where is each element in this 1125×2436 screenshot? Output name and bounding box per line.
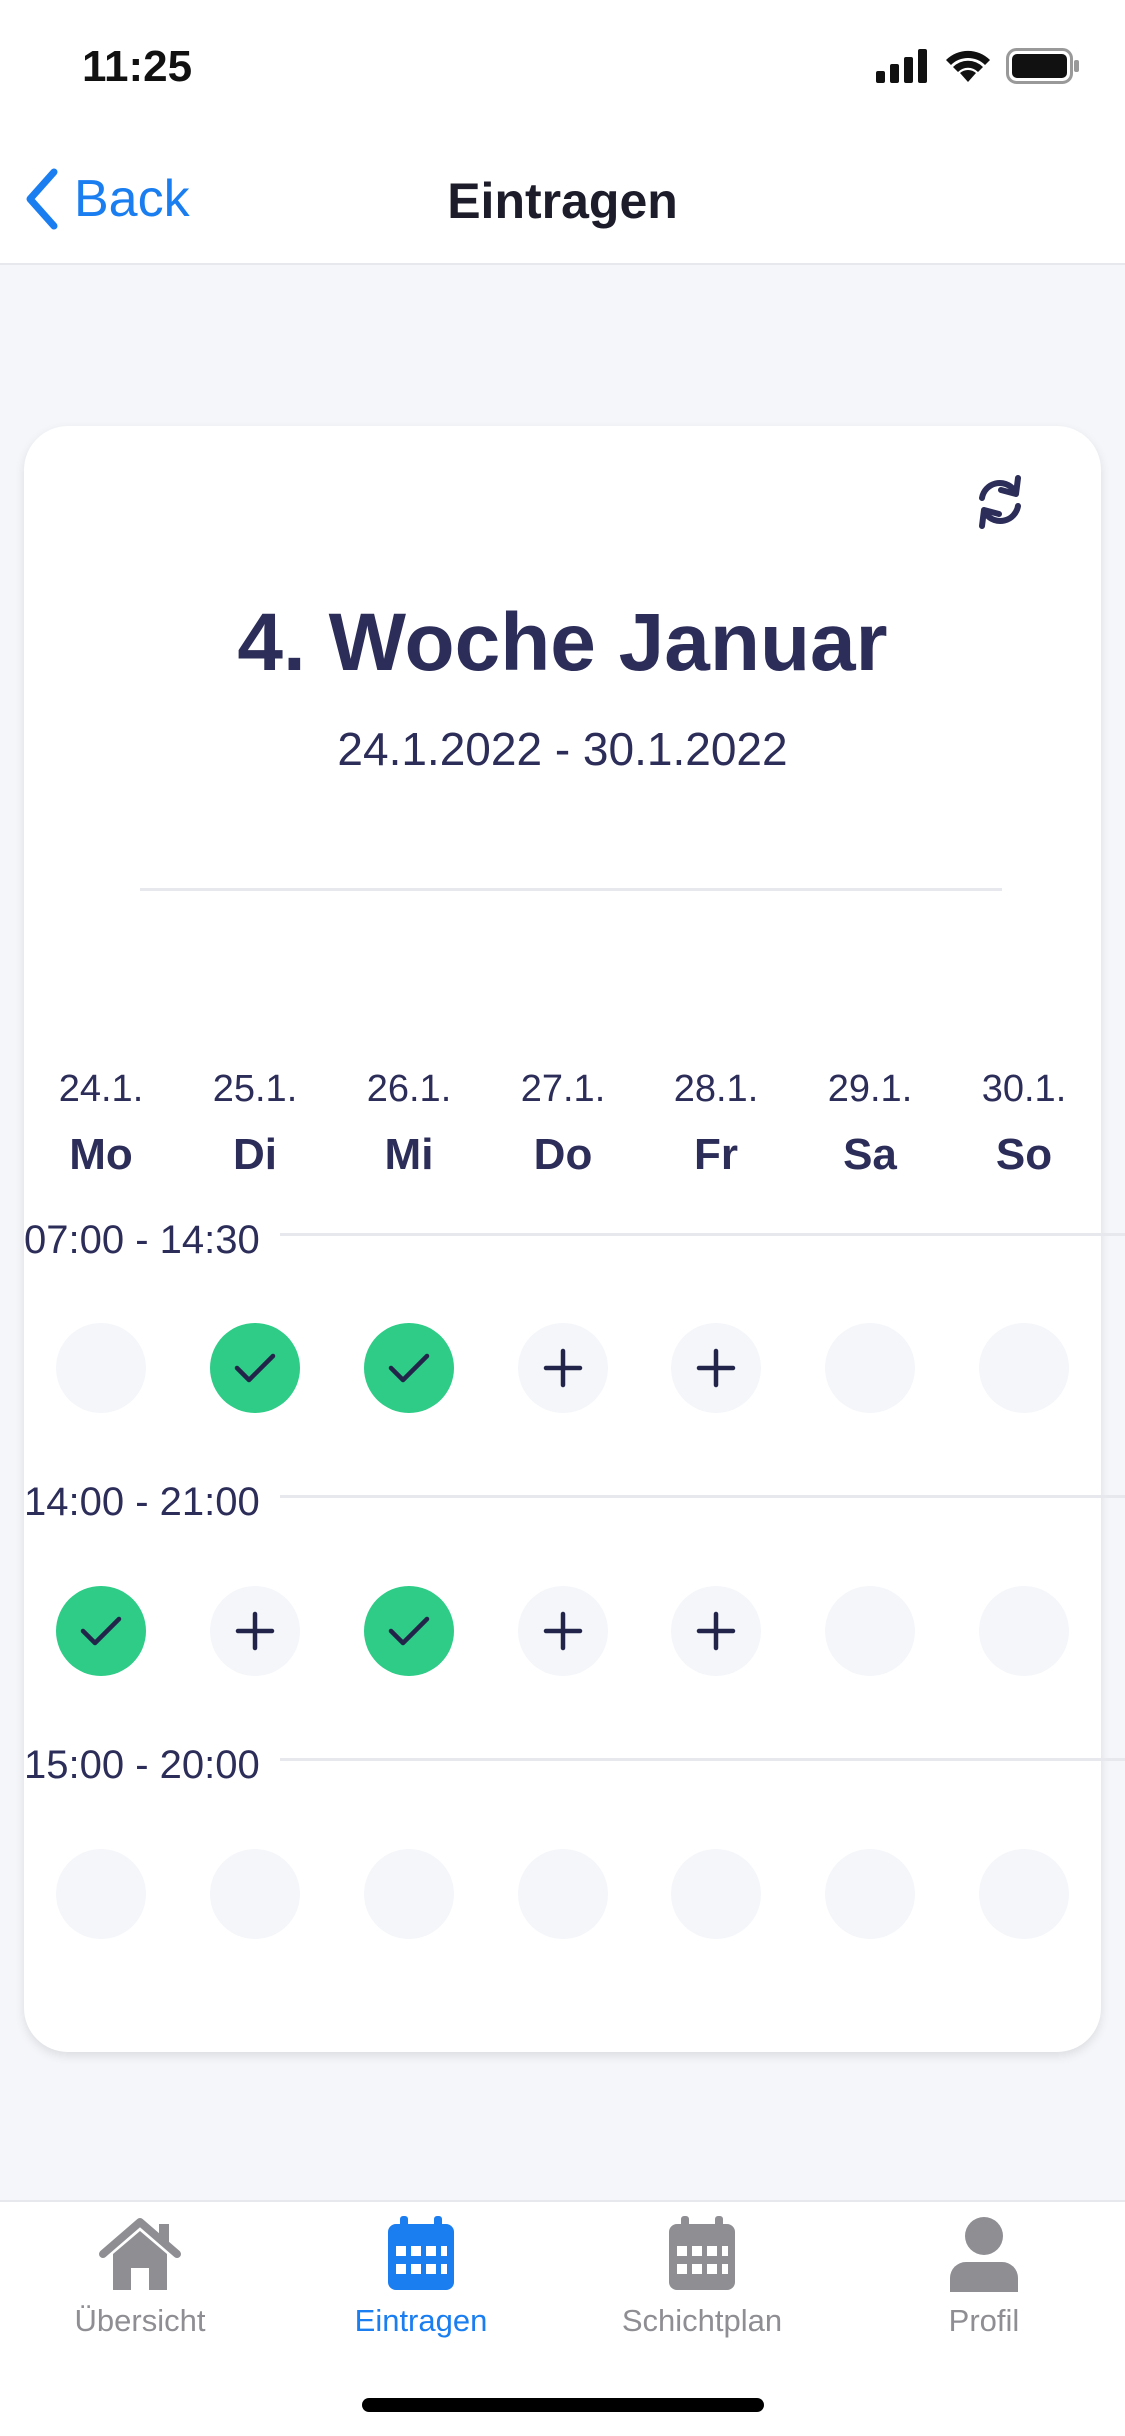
shift-slot-empty bbox=[210, 1849, 300, 1939]
day-weekday: Do bbox=[533, 1130, 593, 1179]
check-icon bbox=[388, 1616, 430, 1646]
day-weekday: Mi bbox=[384, 1130, 434, 1179]
day-date: 25.1. bbox=[212, 1068, 298, 1110]
tab-uebersicht[interactable]: Übersicht bbox=[20, 2216, 260, 2339]
shift-slot-empty bbox=[979, 1849, 1069, 1939]
shift-slot-add[interactable] bbox=[518, 1323, 608, 1413]
person-icon bbox=[950, 2217, 1018, 2292]
day-weekday: Di bbox=[233, 1130, 277, 1179]
day-header: 26.1. Mi bbox=[334, 1068, 484, 1180]
day-weekday: So bbox=[995, 1130, 1053, 1179]
shift-time-label: 07:00 - 14:30 bbox=[24, 1218, 274, 1263]
shift-time-label: 15:00 - 20:00 bbox=[24, 1743, 274, 1788]
shift-slot-empty bbox=[364, 1849, 454, 1939]
shift-divider bbox=[280, 1495, 1125, 1498]
day-date: 29.1. bbox=[827, 1068, 913, 1110]
day-weekday: Mo bbox=[69, 1130, 133, 1179]
navigation-bar: Back Eintragen bbox=[0, 140, 1125, 265]
week-date-range: 24.1.2022 - 30.1.2022 bbox=[337, 723, 788, 775]
tab-label: Profil bbox=[948, 2303, 1020, 2338]
day-header: 27.1. Do bbox=[488, 1068, 638, 1180]
check-icon bbox=[388, 1353, 430, 1383]
refresh-icon bbox=[979, 475, 1021, 529]
shift-slot-empty bbox=[671, 1849, 761, 1939]
shift-slot-checked[interactable] bbox=[210, 1323, 300, 1413]
shift-slot-checked[interactable] bbox=[364, 1586, 454, 1676]
day-header: 24.1. Mo bbox=[26, 1068, 176, 1180]
plus-icon bbox=[235, 1611, 275, 1651]
shift-slot-empty bbox=[56, 1323, 146, 1413]
shift-slot-checked[interactable] bbox=[56, 1586, 146, 1676]
shift-slot-empty bbox=[979, 1323, 1069, 1413]
signal-icon bbox=[876, 49, 927, 83]
shift-slot-empty bbox=[825, 1586, 915, 1676]
refresh-button[interactable] bbox=[968, 470, 1032, 539]
shift-slot-add[interactable] bbox=[210, 1586, 300, 1676]
shift-slot-add[interactable] bbox=[671, 1586, 761, 1676]
day-date: 27.1. bbox=[520, 1068, 606, 1110]
battery-icon bbox=[1006, 48, 1079, 84]
day-date: 30.1. bbox=[981, 1068, 1067, 1110]
shift-slot-empty bbox=[825, 1849, 915, 1939]
day-date: 24.1. bbox=[58, 1068, 144, 1110]
calendar-icon bbox=[388, 2216, 454, 2290]
day-weekday: Fr bbox=[694, 1130, 738, 1179]
day-header: 29.1. Sa bbox=[795, 1068, 945, 1180]
status-icons bbox=[876, 48, 1080, 84]
week-title: 4. Woche Januar bbox=[237, 597, 888, 688]
shift-slot-add[interactable] bbox=[518, 1586, 608, 1676]
shift-slot-checked[interactable] bbox=[364, 1323, 454, 1413]
day-header: 25.1. Di bbox=[180, 1068, 330, 1180]
shift-time-label: 14:00 - 21:00 bbox=[24, 1480, 274, 1525]
status-time: 11:25 bbox=[82, 42, 193, 91]
shift-slot-add[interactable] bbox=[671, 1323, 761, 1413]
tab-eintragen[interactable]: Eintragen bbox=[301, 2216, 541, 2339]
tab-label: Eintragen bbox=[354, 2303, 488, 2338]
plus-icon bbox=[696, 1348, 736, 1388]
calendar-icon bbox=[669, 2216, 735, 2290]
shift-slot-empty bbox=[518, 1849, 608, 1939]
tab-schichtplan[interactable]: Schichtplan bbox=[582, 2216, 822, 2339]
page-title: Eintragen bbox=[447, 173, 678, 229]
tab-profil[interactable]: Profil bbox=[864, 2216, 1104, 2339]
wifi-icon bbox=[946, 50, 990, 82]
day-header: 30.1. So bbox=[949, 1068, 1099, 1180]
shift-slot-empty bbox=[979, 1586, 1069, 1676]
status-bar: 11:25 bbox=[0, 0, 1125, 140]
tab-label: Schichtplan bbox=[621, 2303, 783, 2338]
home-icon bbox=[99, 2218, 181, 2290]
plus-icon bbox=[543, 1611, 583, 1651]
shift-divider bbox=[280, 1758, 1125, 1761]
day-date: 28.1. bbox=[673, 1068, 759, 1110]
home-indicator bbox=[362, 2398, 764, 2412]
check-icon bbox=[80, 1616, 122, 1646]
tab-label: Übersicht bbox=[74, 2303, 206, 2338]
shift-slot-empty bbox=[56, 1849, 146, 1939]
plus-icon bbox=[696, 1611, 736, 1651]
divider bbox=[140, 888, 1002, 891]
day-header: 28.1. Fr bbox=[641, 1068, 791, 1180]
plus-icon bbox=[543, 1348, 583, 1388]
check-icon bbox=[234, 1353, 276, 1383]
day-date: 26.1. bbox=[366, 1068, 452, 1110]
shift-divider bbox=[280, 1233, 1125, 1236]
day-weekday: Sa bbox=[843, 1130, 897, 1179]
shift-slot-empty bbox=[825, 1323, 915, 1413]
